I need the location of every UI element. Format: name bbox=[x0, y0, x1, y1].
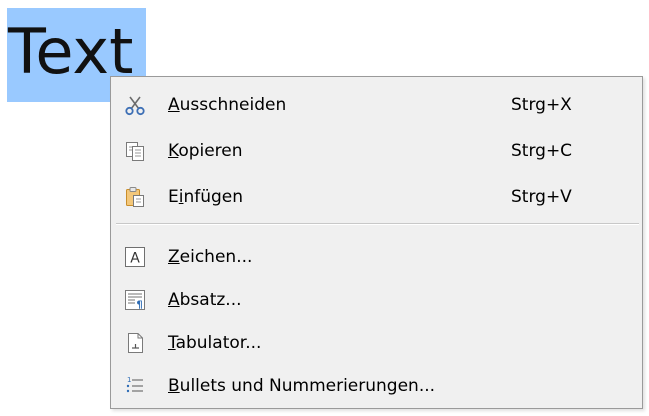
context-menu: Ausschneiden Strg+X Kopieren Strg+C Einf… bbox=[110, 76, 643, 409]
svg-text:¶: ¶ bbox=[136, 300, 142, 311]
menu-item-shortcut: Strg+X bbox=[511, 95, 572, 115]
menu-item-label: Zeichen... bbox=[168, 247, 253, 267]
menu-item-shortcut: Strg+C bbox=[511, 141, 573, 161]
menu-item-character[interactable]: A Zeichen... bbox=[111, 237, 642, 277]
menu-item-paste[interactable]: Einfügen Strg+V bbox=[111, 177, 642, 217]
menu-item-shortcut: Strg+V bbox=[511, 187, 572, 207]
svg-text:A: A bbox=[130, 251, 140, 267]
menu-item-label: Absatz... bbox=[168, 290, 242, 310]
copy-icon bbox=[123, 139, 147, 163]
menu-separator bbox=[116, 223, 639, 225]
bullets-numbering-icon: 1 bbox=[123, 374, 147, 398]
menu-item-label: Tabulator... bbox=[168, 333, 262, 353]
menu-item-cut[interactable]: Ausschneiden Strg+X bbox=[111, 85, 642, 125]
menu-item-label: Kopieren bbox=[168, 141, 243, 161]
character-icon: A bbox=[123, 245, 147, 269]
menu-item-label: Ausschneiden bbox=[168, 95, 287, 115]
menu-item-copy[interactable]: Kopieren Strg+C bbox=[111, 131, 642, 171]
paragraph-icon: ¶ bbox=[123, 288, 147, 312]
screen: Text Ausschneiden Strg+X Kopieren Strg+C… bbox=[0, 0, 649, 416]
menu-item-label: Einfügen bbox=[168, 187, 244, 207]
menu-item-bullets-numbering[interactable]: 1 Bullets und Nummerierungen... bbox=[111, 366, 642, 406]
svg-text:1: 1 bbox=[127, 376, 131, 384]
scissors-icon bbox=[123, 93, 147, 117]
menu-item-paragraph[interactable]: ¶ Absatz... bbox=[111, 280, 642, 320]
paste-icon bbox=[123, 185, 147, 209]
menu-item-tabs[interactable]: Tabulator... bbox=[111, 323, 642, 363]
tabs-icon bbox=[123, 331, 147, 355]
menu-item-label: Bullets und Nummerierungen... bbox=[168, 376, 436, 396]
